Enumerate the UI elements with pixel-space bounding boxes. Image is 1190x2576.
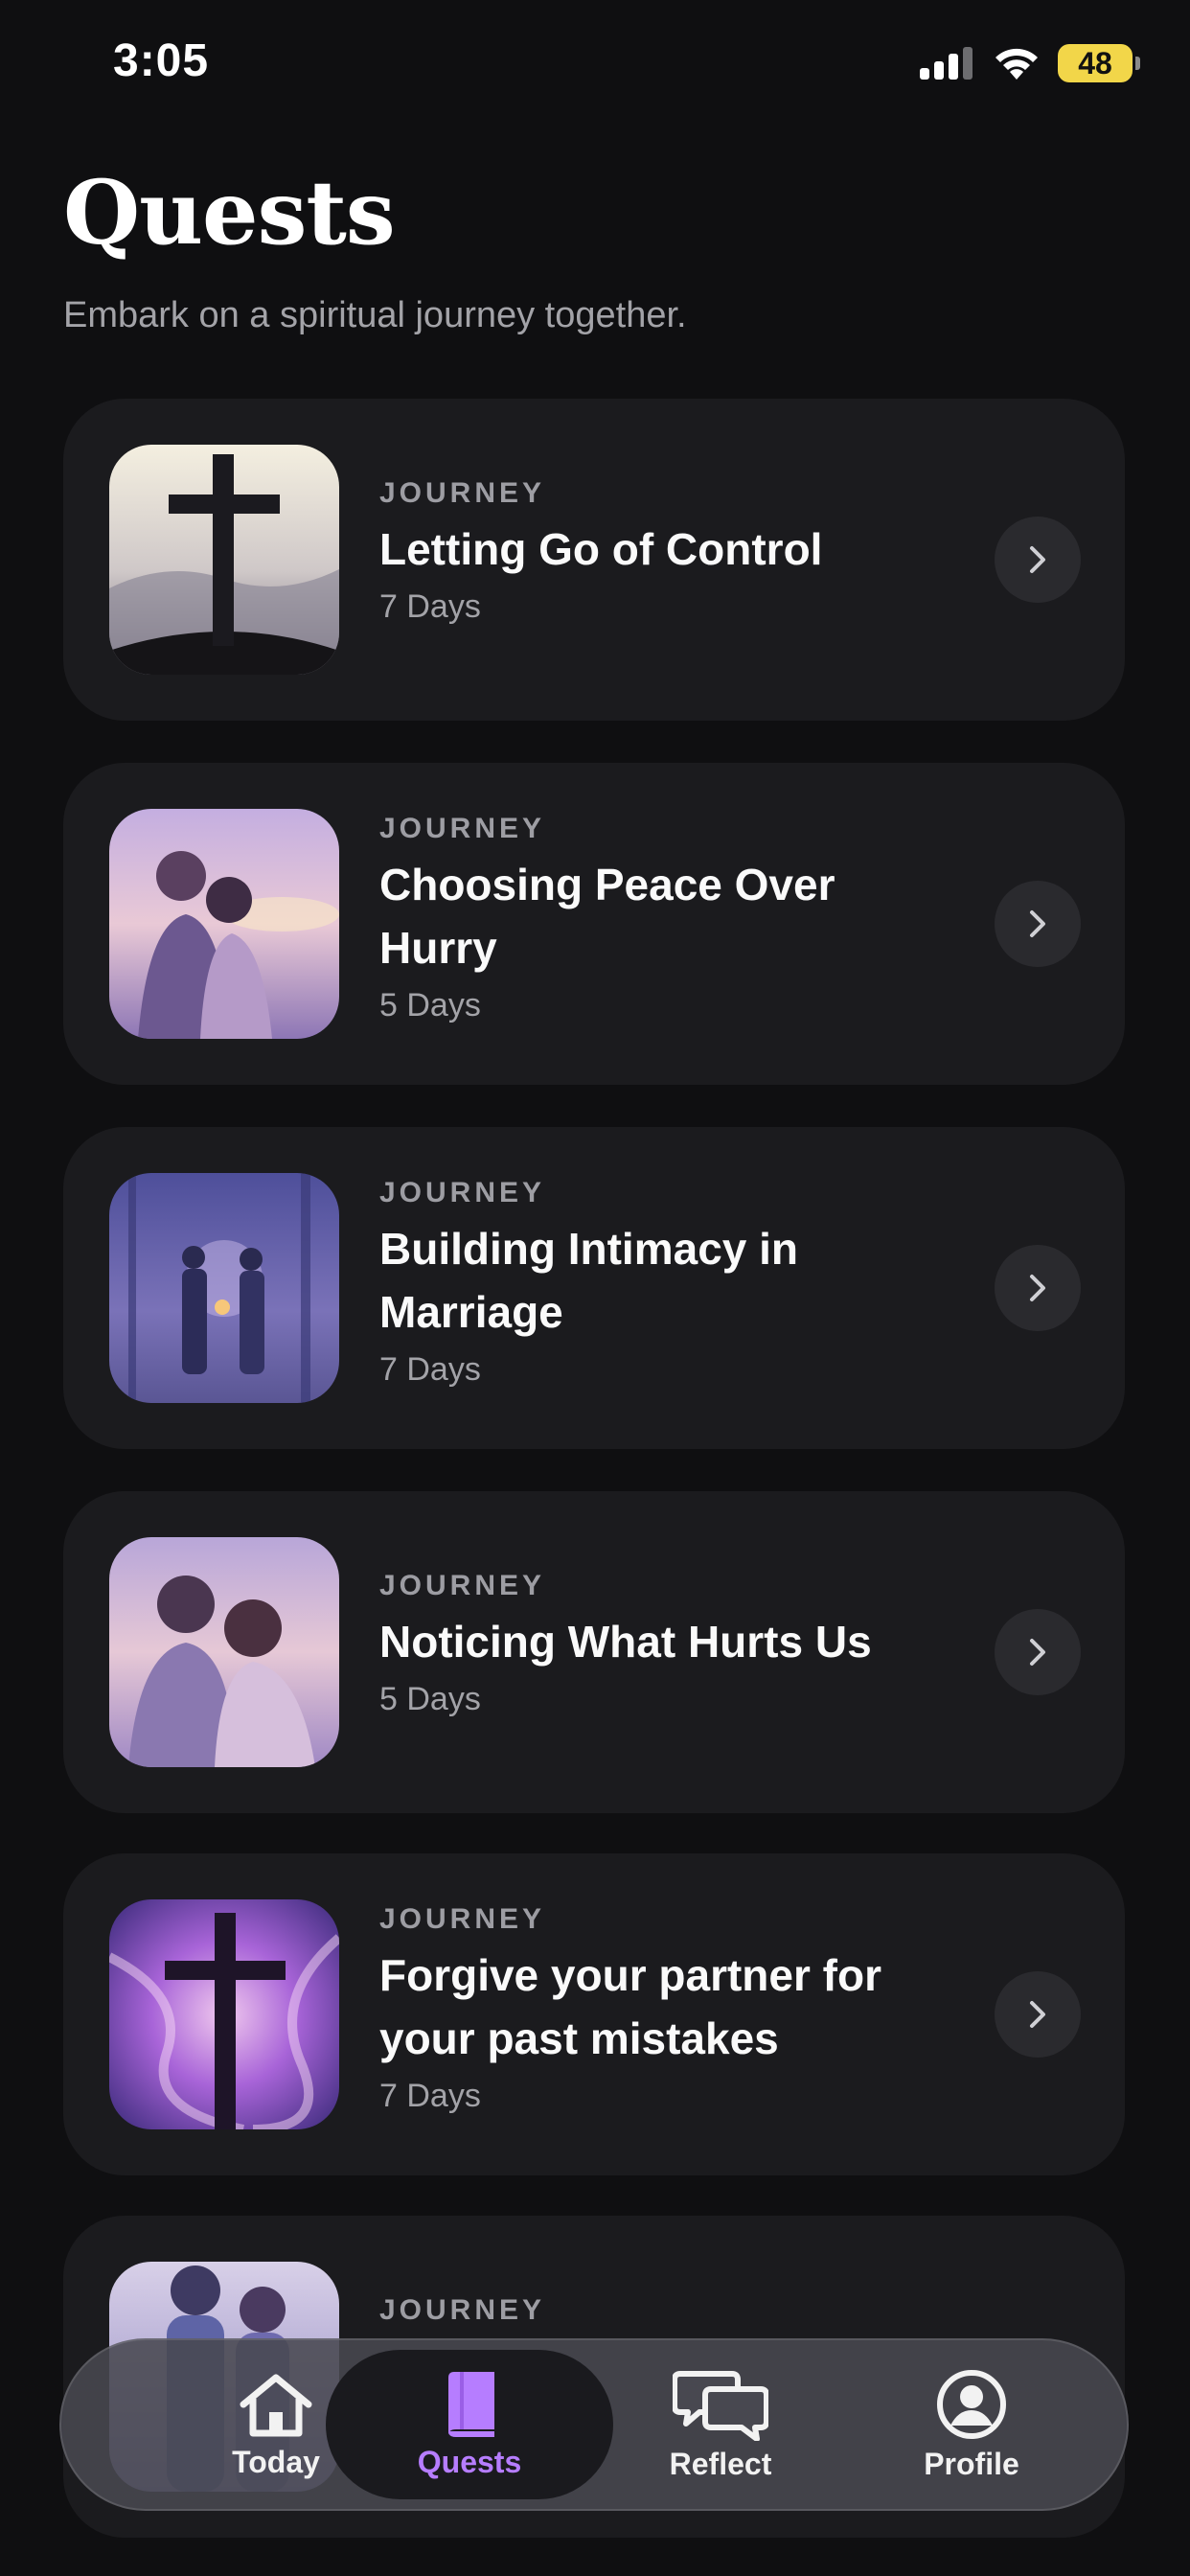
quest-duration: 7 Days bbox=[379, 1351, 481, 1388]
quest-type-label: JOURNEY bbox=[379, 813, 546, 844]
book-icon bbox=[448, 2371, 494, 2437]
quest-title: Letting Go of Control bbox=[379, 524, 823, 574]
quest-card-text: JOURNEY bbox=[379, 2294, 954, 2327]
tab-bar: Today Quests Reflect Profile bbox=[59, 2338, 1129, 2511]
chevron-right-icon[interactable] bbox=[995, 517, 1081, 603]
status-bar: 3:05 48 bbox=[0, 0, 1190, 134]
quest-type-label: JOURNEY bbox=[379, 2294, 546, 2326]
tab-label: Profile bbox=[924, 2446, 1019, 2481]
chevron-right-icon[interactable] bbox=[995, 881, 1081, 967]
quest-type-label: JOURNEY bbox=[379, 1570, 546, 1601]
quest-image-cross-nebula bbox=[109, 1899, 339, 2129]
quest-duration: 5 Days bbox=[379, 1681, 481, 1717]
quest-card-noticing-hurts[interactable]: JOURNEY Noticing What Hurts Us 5 Days bbox=[63, 1491, 1125, 1813]
battery-indicator: 48 bbox=[1058, 44, 1140, 82]
quest-card-text: JOURNEY Letting Go of Control 7 Days bbox=[379, 477, 954, 626]
quest-duration: 5 Days bbox=[379, 987, 481, 1024]
quest-image-cross-sunrise bbox=[109, 445, 339, 675]
quest-duration: 7 Days bbox=[379, 588, 481, 625]
quest-title: Forgive your partner for your past mista… bbox=[379, 1950, 881, 2063]
page-title: Quests bbox=[63, 161, 396, 264]
tab-profile[interactable]: Profile bbox=[857, 2338, 1087, 2511]
cellular-signal-icon bbox=[920, 47, 973, 80]
quest-title: Building Intimacy in Marriage bbox=[379, 1224, 799, 1337]
status-time: 3:05 bbox=[113, 35, 210, 86]
quest-type-label: JOURNEY bbox=[379, 477, 546, 509]
quest-card-text: JOURNEY Forgive your partner for your pa… bbox=[379, 1903, 954, 2115]
quest-card-text: JOURNEY Choosing Peace Over Hurry 5 Days bbox=[379, 813, 954, 1024]
quest-type-label: JOURNEY bbox=[379, 1177, 546, 1208]
quest-image-couple-embrace bbox=[109, 1537, 339, 1767]
quest-image-couple-sunset bbox=[109, 809, 339, 1039]
quest-title: Noticing What Hurts Us bbox=[379, 1617, 872, 1667]
home-icon bbox=[240, 2374, 312, 2436]
quest-title: Choosing Peace Over Hurry bbox=[379, 860, 835, 973]
quest-card-building-intimacy[interactable]: JOURNEY Building Intimacy in Marriage 7 … bbox=[63, 1127, 1125, 1449]
chevron-right-icon[interactable] bbox=[995, 1245, 1081, 1331]
status-icons: 48 bbox=[920, 42, 1140, 84]
quest-card-letting-go[interactable]: JOURNEY Letting Go of Control 7 Days bbox=[63, 399, 1125, 721]
quest-duration: 7 Days bbox=[379, 2078, 481, 2114]
chevron-right-icon[interactable] bbox=[995, 1971, 1081, 2058]
quest-image-couple-lantern-forest bbox=[109, 1173, 339, 1403]
page-subtitle: Embark on a spiritual journey together. bbox=[63, 295, 687, 335]
quest-card-text: JOURNEY Building Intimacy in Marriage 7 … bbox=[379, 1177, 954, 1389]
wifi-icon bbox=[995, 48, 1038, 80]
tab-label: Quests bbox=[417, 2444, 522, 2479]
quest-card-forgive-partner[interactable]: JOURNEY Forgive your partner for your pa… bbox=[63, 1853, 1125, 2175]
quest-type-label: JOURNEY bbox=[379, 1903, 546, 1935]
quest-card-text: JOURNEY Noticing What Hurts Us 5 Days bbox=[379, 1570, 954, 1718]
tab-quests[interactable]: Quests bbox=[355, 2338, 584, 2511]
tab-label: Reflect bbox=[669, 2446, 772, 2481]
tab-label: Today bbox=[232, 2444, 320, 2479]
chat-bubbles-icon bbox=[673, 2370, 768, 2441]
battery-level: 48 bbox=[1078, 45, 1112, 80]
quest-card-choosing-peace[interactable]: JOURNEY Choosing Peace Over Hurry 5 Days bbox=[63, 763, 1125, 1085]
profile-icon bbox=[937, 2369, 1006, 2439]
chevron-right-icon[interactable] bbox=[995, 1609, 1081, 1695]
tab-reflect[interactable]: Reflect bbox=[606, 2338, 835, 2511]
